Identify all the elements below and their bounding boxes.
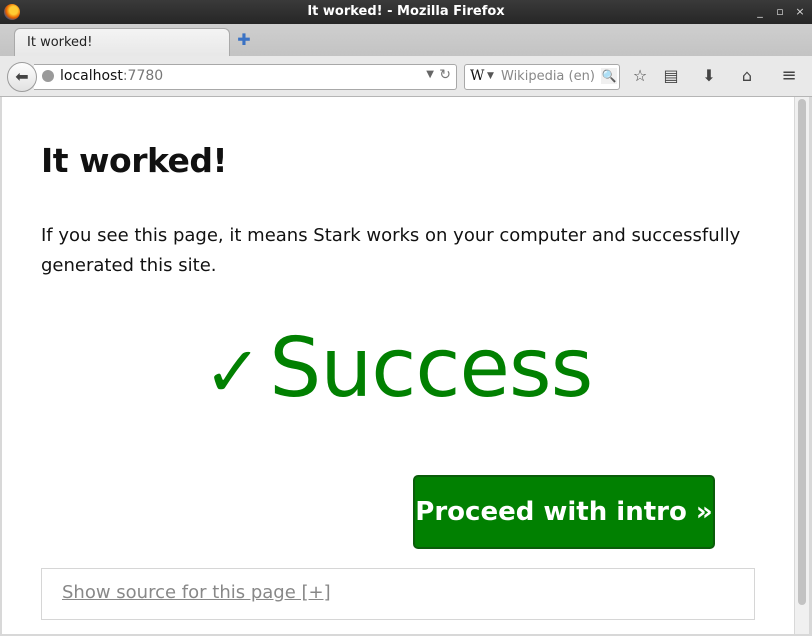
navigation-toolbar: localhost:7780 ▼ ↻ ⬅ W ▼ Wikipedia (en) … — [0, 56, 812, 97]
url-history-dropdown-icon[interactable]: ▼ — [426, 69, 434, 80]
intro-paragraph: If you see this page, it means Stark wor… — [41, 225, 741, 276]
minimize-button[interactable]: _ — [752, 4, 768, 20]
back-button[interactable]: ⬅ — [7, 62, 37, 92]
success-text: Success — [269, 321, 593, 416]
new-tab-icon[interactable]: ✚ — [236, 32, 252, 48]
window-title: It worked! - Mozilla Firefox — [307, 4, 505, 19]
title-bar: It worked! - Mozilla Firefox _ ▫ × — [0, 0, 812, 24]
vertical-scrollbar[interactable] — [795, 97, 809, 634]
wikipedia-icon[interactable]: W — [470, 68, 484, 84]
star-icon[interactable]: ☆ — [629, 65, 651, 87]
reload-icon[interactable]: ↻ — [439, 67, 451, 83]
search-engine-dropdown-icon[interactable]: ▼ — [487, 71, 494, 81]
proceed-with-intro-button[interactable]: Proceed with intro » — [413, 475, 715, 549]
checkmark-icon: ✓ — [203, 331, 263, 413]
list-icon[interactable]: ▤ — [660, 65, 682, 87]
tab-it-worked[interactable]: It worked! — [14, 28, 230, 57]
show-source-link[interactable]: Show source for this page [+] — [62, 582, 331, 603]
page-content: It worked! If you see this page, it mean… — [2, 97, 794, 634]
source-panel: Show source for this page [+] — [41, 568, 755, 620]
home-icon[interactable]: ⌂ — [736, 65, 758, 87]
tab-label: It worked! — [27, 35, 93, 50]
scrollbar-thumb[interactable] — [798, 99, 806, 605]
close-window-button[interactable]: × — [792, 4, 808, 20]
back-arrow-icon: ⬅ — [15, 67, 29, 86]
globe-icon — [42, 70, 54, 82]
search-bar[interactable]: W ▼ Wikipedia (en) 🔍 — [464, 64, 620, 90]
search-input[interactable]: Wikipedia (en) — [501, 69, 595, 84]
url-text[interactable]: localhost:7780 — [60, 68, 163, 84]
search-go-icon[interactable]: 🔍 — [601, 68, 617, 84]
url-port: :7780 — [122, 68, 164, 84]
maximize-button[interactable]: ▫ — [772, 4, 788, 20]
browser-window: It worked! - Mozilla Firefox _ ▫ × It wo… — [0, 0, 812, 636]
page-title: It worked! — [41, 141, 228, 180]
download-icon[interactable]: ⬇ — [698, 65, 720, 87]
url-bar[interactable]: localhost:7780 ▼ ↻ — [34, 64, 457, 90]
hamburger-menu-icon[interactable]: ≡ — [778, 65, 800, 87]
tab-strip: It worked! ✚ — [0, 24, 812, 57]
url-host: localhost — [60, 68, 123, 84]
success-banner: ✓Success — [2, 319, 794, 422]
